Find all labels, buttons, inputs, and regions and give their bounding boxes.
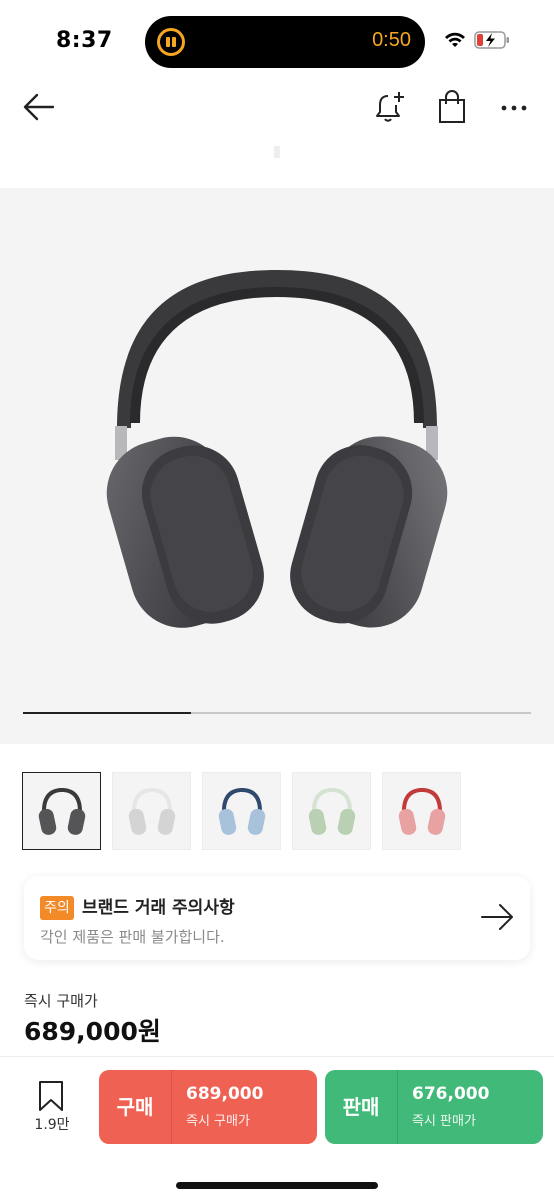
instant-buy-price-label: 즉시 구매가	[24, 992, 98, 1010]
divider	[0, 1056, 554, 1057]
notice-title: 브랜드 거래 주의사항	[82, 898, 235, 918]
home-indicator	[176, 1182, 378, 1189]
color-thumbnail-space-gray[interactable]	[22, 772, 101, 850]
back-arrow-icon[interactable]	[22, 92, 56, 122]
status-bar: 8:37 0:50	[0, 0, 554, 80]
notice-card[interactable]: 주의 브랜드 거래 주의사항 각인 제품은 판매 불가합니다.	[24, 876, 530, 960]
headphones-thumbnail-icon	[398, 788, 446, 835]
battery-icon	[474, 31, 509, 49]
headphones-thumbnail-icon	[128, 788, 176, 835]
buy-sub: 즉시 구매가	[186, 1114, 250, 1129]
more-dots-icon[interactable]	[500, 98, 528, 118]
bell-plus-icon[interactable]	[374, 90, 406, 124]
wishlist-button[interactable]: 1.9만	[28, 1080, 76, 1136]
color-thumbnails	[22, 772, 542, 850]
notice-subtitle: 각인 제품은 판매 불가합니다.	[40, 928, 225, 946]
sell-label: 판매	[342, 1095, 380, 1119]
headphones-thumbnail-icon	[38, 788, 86, 835]
headphones-thumbnail-icon	[218, 788, 266, 835]
top-nav	[0, 80, 554, 136]
buy-price: 689,000	[186, 1084, 264, 1104]
color-thumbnail-green[interactable]	[292, 772, 371, 850]
arrow-right-icon[interactable]	[480, 902, 516, 932]
dynamic-island[interactable]: 0:50	[145, 16, 425, 68]
shopping-bag-icon[interactable]	[436, 90, 468, 124]
gallery-progress-fill	[23, 712, 191, 714]
color-thumbnail-sky-blue[interactable]	[202, 772, 281, 850]
wifi-icon	[445, 32, 465, 47]
divider-mark	[274, 146, 280, 158]
sell-separator	[397, 1070, 398, 1144]
color-thumbnail-silver[interactable]	[112, 772, 191, 850]
buy-label: 구매	[116, 1095, 154, 1119]
sell-sub: 즉시 판매가	[412, 1114, 476, 1129]
timer-text: 0:50	[372, 29, 411, 51]
pause-icon[interactable]	[157, 28, 185, 56]
gallery-progress-bar	[23, 712, 531, 714]
instant-buy-price: 689,000원	[24, 1017, 161, 1046]
sell-button[interactable]: 판매 676,000 즉시 판매가	[325, 1070, 543, 1144]
buy-button[interactable]: 구매 689,000 즉시 구매가	[99, 1070, 317, 1144]
headphones-thumbnail-icon	[308, 788, 356, 835]
headphones-image	[106, 270, 448, 628]
buy-separator	[171, 1070, 172, 1144]
status-time: 8:37	[56, 28, 113, 53]
bookmark-icon	[39, 1081, 63, 1111]
product-gallery[interactable]	[0, 188, 554, 744]
notice-badge: 주의	[40, 896, 74, 920]
sell-price: 676,000	[412, 1084, 490, 1104]
color-thumbnail-pink[interactable]	[382, 772, 461, 850]
wishlist-count: 1.9만	[34, 1117, 70, 1133]
